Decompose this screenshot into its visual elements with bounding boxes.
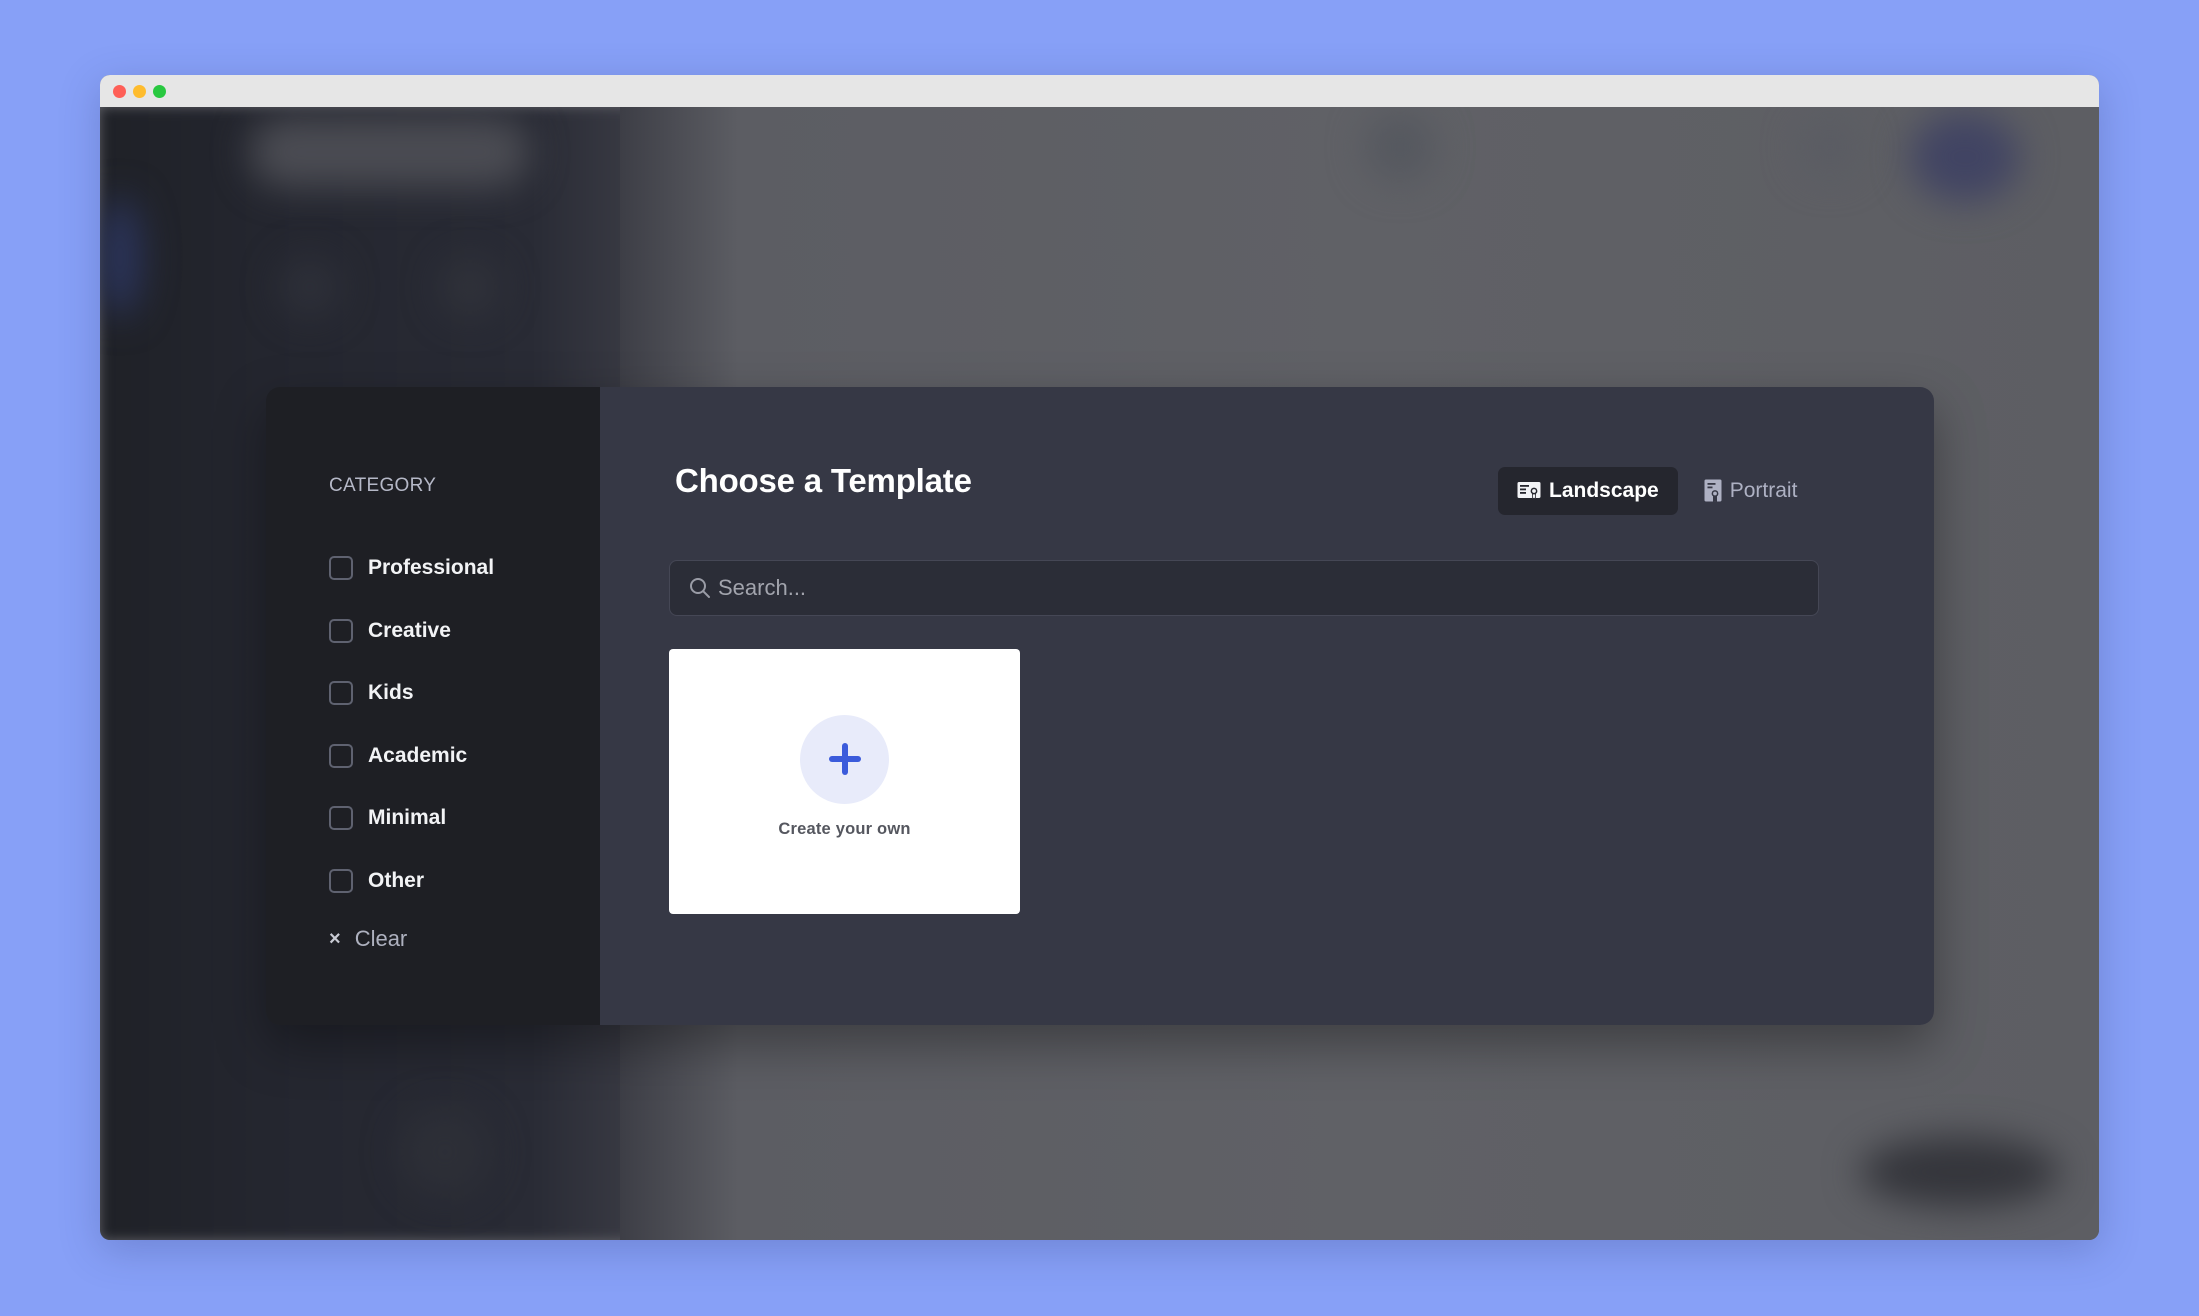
category-label: Kids (368, 681, 414, 705)
category-checkbox[interactable] (329, 743, 353, 768)
category-sidebar: CATEGORY Professional Creative Kids Acad… (266, 387, 600, 1025)
portrait-tab[interactable]: Portrait (1688, 467, 1817, 515)
category-checkbox[interactable] (329, 806, 353, 831)
close-icon: × (329, 927, 341, 950)
background-blur-shape (250, 117, 530, 187)
category-filter-creative[interactable]: Creative (329, 600, 600, 663)
minimize-window-button[interactable] (133, 84, 146, 98)
template-search[interactable] (669, 560, 1819, 616)
landscape-label: Landscape (1549, 479, 1659, 502)
category-filter-professional[interactable]: Professional (329, 537, 600, 600)
category-label: Creative (368, 618, 451, 642)
certificate-landscape-icon (1517, 482, 1541, 500)
category-filter-other[interactable]: Other (329, 850, 600, 913)
category-filter-academic[interactable]: Academic (329, 725, 600, 788)
certificate-portrait-icon (1704, 479, 1722, 503)
background-blur-shape (280, 257, 340, 317)
template-content: Choose a Template Landscape Portrait Sea… (600, 387, 1934, 1025)
create-your-own-label: Create your own (778, 819, 911, 838)
plus-icon (828, 743, 861, 775)
category-checkbox[interactable] (329, 556, 353, 581)
background-blur-shape (1910, 112, 2020, 202)
app-window: CATEGORY Professional Creative Kids Acad… (100, 75, 2099, 1240)
close-window-button[interactable] (113, 84, 126, 98)
background-blur-shape (1800, 117, 1860, 177)
clear-filters-button[interactable]: × Clear (329, 926, 600, 952)
background-blur-shape (100, 197, 140, 317)
category-checkbox[interactable] (329, 681, 353, 706)
search-input[interactable] (718, 575, 1798, 601)
category-label: Academic (368, 743, 468, 767)
background-blur-shape (1860, 1137, 2060, 1207)
background-blur-shape (1365, 112, 1435, 182)
blurred-background-app: CATEGORY Professional Creative Kids Acad… (100, 107, 2099, 1240)
landscape-tab[interactable]: Landscape (1498, 467, 1678, 515)
plus-icon-circle (800, 714, 889, 804)
category-checkbox[interactable] (329, 618, 353, 643)
category-filter-kids[interactable]: Kids (329, 662, 600, 725)
category-label: Minimal (368, 806, 447, 830)
window-titlebar (100, 75, 2099, 107)
clear-label: Clear (354, 926, 408, 951)
search-icon (690, 578, 710, 598)
category-label: Professional (368, 556, 495, 580)
choose-template-modal: CATEGORY Professional Creative Kids Acad… (266, 387, 1934, 1025)
category-filter-minimal[interactable]: Minimal (329, 787, 600, 850)
background-blur-shape (440, 257, 500, 317)
create-your-own-card[interactable]: Create your own (669, 649, 1020, 914)
category-heading: CATEGORY (329, 475, 437, 496)
category-label: Other (368, 868, 425, 892)
maximize-window-button[interactable] (153, 84, 166, 98)
background-blur-shape (400, 1107, 490, 1197)
category-checkbox[interactable] (329, 868, 353, 893)
modal-title: Choose a Template (675, 462, 972, 499)
portrait-label: Portrait (1729, 479, 1798, 502)
orientation-toggle: Landscape Portrait (1498, 467, 1816, 515)
